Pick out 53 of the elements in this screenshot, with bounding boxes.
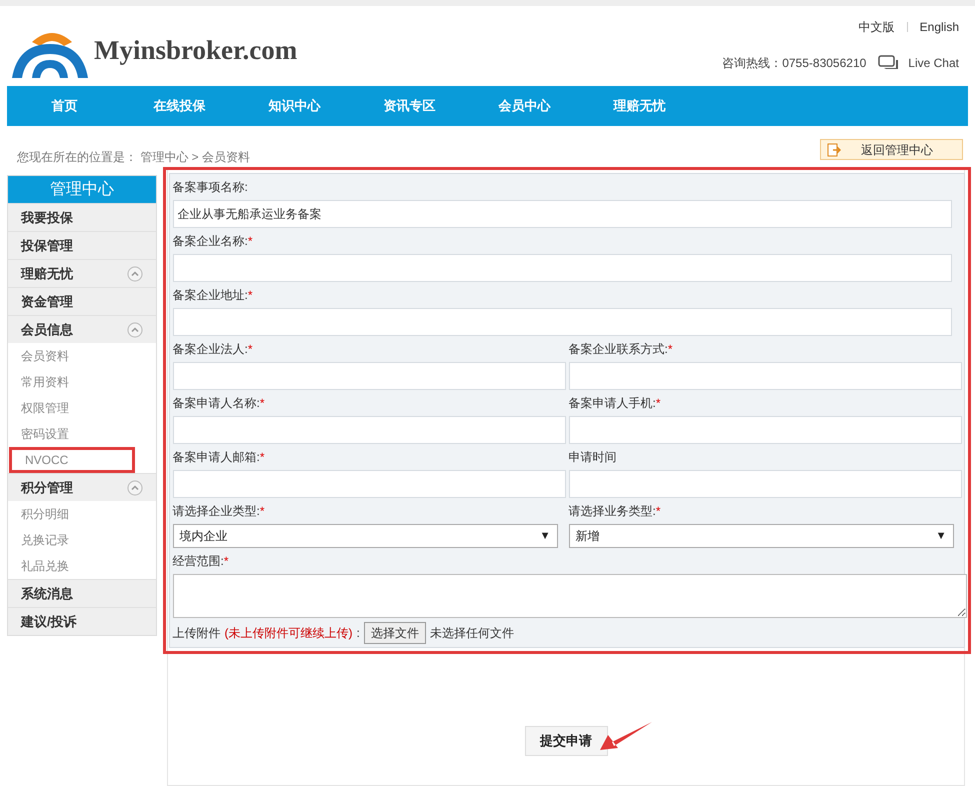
sidebar-item[interactable]: 系统消息	[8, 579, 156, 607]
chat-icon	[878, 55, 900, 71]
file-status: 未选择任何文件	[430, 625, 514, 642]
sidebar-subitem[interactable]: NVOCC	[9, 447, 135, 473]
sidebar-item[interactable]: 积分管理	[8, 473, 156, 501]
field-label: 备案申请人邮箱:*	[172, 449, 266, 466]
field-label: 请选择企业类型:*	[172, 503, 266, 520]
dropdown[interactable]: 新增 ▼	[568, 524, 954, 548]
text-field[interactable]	[172, 308, 952, 336]
language-link[interactable]: 中文版	[858, 18, 895, 36]
collapse-icon[interactable]	[127, 266, 143, 282]
choose-file-button[interactable]: 选择文件	[364, 622, 426, 644]
field-label: 申请时间	[568, 449, 618, 466]
sidebar-item[interactable]: 资金管理	[8, 287, 156, 315]
sidebar-item[interactable]: 会员信息	[8, 315, 156, 343]
upload-note: (未上传附件可继续上传)	[224, 625, 352, 642]
text-field[interactable]	[172, 254, 952, 282]
back-button[interactable]: 返回管理中心	[820, 139, 963, 160]
text-field[interactable]	[172, 416, 566, 444]
field-label: 备案申请人手机:*	[568, 395, 662, 412]
text-field[interactable]: 企业从事无船承运业务备案	[172, 200, 952, 228]
text-field[interactable]	[568, 362, 962, 390]
collapse-icon[interactable]	[127, 322, 143, 338]
field-label: 备案事项名称:	[172, 179, 249, 196]
text-field[interactable]	[172, 470, 566, 498]
upload-colon: :	[356, 625, 360, 642]
field-label: 备案企业联系方式:*	[568, 341, 674, 358]
field-label: 备案申请人名称:*	[172, 395, 266, 412]
upload-label: 上传附件	[172, 625, 220, 642]
logo-text: Myinsbroker.com	[94, 34, 298, 67]
field-label: 请选择业务类型:*	[568, 503, 662, 520]
sidebar-title: 管理中心	[8, 176, 156, 203]
field-label: 备案企业法人:*	[172, 341, 254, 358]
dropdown[interactable]: 境内企业 ▼	[172, 524, 558, 548]
submit-button[interactable]: 提交申请	[524, 726, 608, 756]
exit-icon	[827, 142, 841, 156]
language-link[interactable]: English	[920, 18, 959, 36]
field-label: 经营范围:*	[172, 553, 230, 570]
field-label: 备案企业名称:*	[172, 233, 254, 250]
hotline-text: 咨询热线：0755-83056210	[722, 55, 866, 72]
sidebar-item[interactable]: 我要投保	[8, 203, 156, 231]
arrow-annotation	[598, 720, 654, 752]
text-field[interactable]	[172, 362, 566, 390]
collapse-icon[interactable]	[127, 480, 143, 496]
field-label: 备案企业地址:*	[172, 287, 254, 304]
breadcrumb: 您现在所在的位置是： 管理中心 > 会员资料	[17, 149, 250, 166]
sidebar-item[interactable]: 理赔无忧	[8, 259, 156, 287]
text-field[interactable]	[568, 416, 962, 444]
sidebar-item[interactable]: 建议/投诉	[8, 607, 156, 635]
text-area[interactable]	[172, 574, 966, 618]
live-chat-link[interactable]: Live Chat	[908, 54, 959, 72]
text-field[interactable]	[568, 470, 962, 498]
sidebar-item[interactable]: 投保管理	[8, 231, 156, 259]
